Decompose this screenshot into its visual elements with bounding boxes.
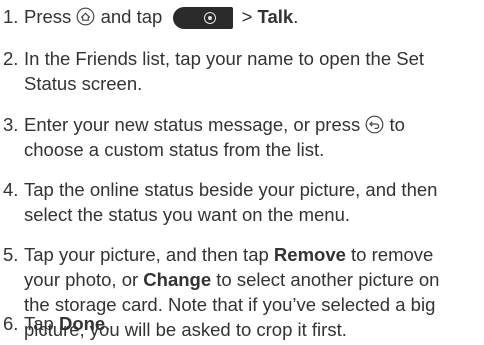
step-text-line: Status screen. [24, 73, 143, 94]
step-text: Press and tap > Talk. [24, 4, 298, 32]
step-text-part: . [105, 313, 111, 334]
step-text-line: Tap your picture, and then tap Remove to… [24, 242, 433, 267]
step-text-line: choose a custom status from the list. [24, 139, 325, 160]
step-text-part: to [384, 114, 405, 135]
home-key-icon [76, 7, 95, 32]
step-text-line: In the Friends list, tap your name to op… [24, 48, 425, 69]
step-text-part: Enter your new status message, or press [24, 114, 366, 135]
step-text: Tap Done. [24, 311, 110, 336]
instruction-steps: 1. Press and tap > Talk. 2. In the Frien… [0, 0, 484, 345]
step-bold-term: Change [143, 269, 212, 290]
step-text-part: to remove [345, 244, 434, 265]
step-text-part: your photo, or [24, 269, 144, 290]
step-text-line: Enter your new status message, or press … [24, 112, 405, 140]
step-text-part: to select another picture on [211, 269, 440, 290]
step-text-line: your photo, or Change to select another … [24, 267, 439, 292]
step-text-part: > [236, 6, 258, 27]
step-bold-term: Talk [257, 6, 294, 27]
step-text-part: . [293, 6, 299, 27]
step-bold-term: Done [58, 313, 106, 334]
step-text-line: Tap the online status beside your pictur… [24, 179, 438, 200]
step-text-line: select the status you want on the menu. [24, 204, 350, 225]
step-text-part: Tap your picture, and then tap [24, 244, 274, 265]
step-text-part: Press [24, 6, 77, 27]
step-text-part: and tap [95, 6, 168, 27]
all-apps-button-icon [173, 7, 234, 29]
back-key-icon [365, 115, 384, 140]
step-bold-term: Remove [273, 244, 346, 265]
step-text-part: Tap [24, 313, 59, 334]
